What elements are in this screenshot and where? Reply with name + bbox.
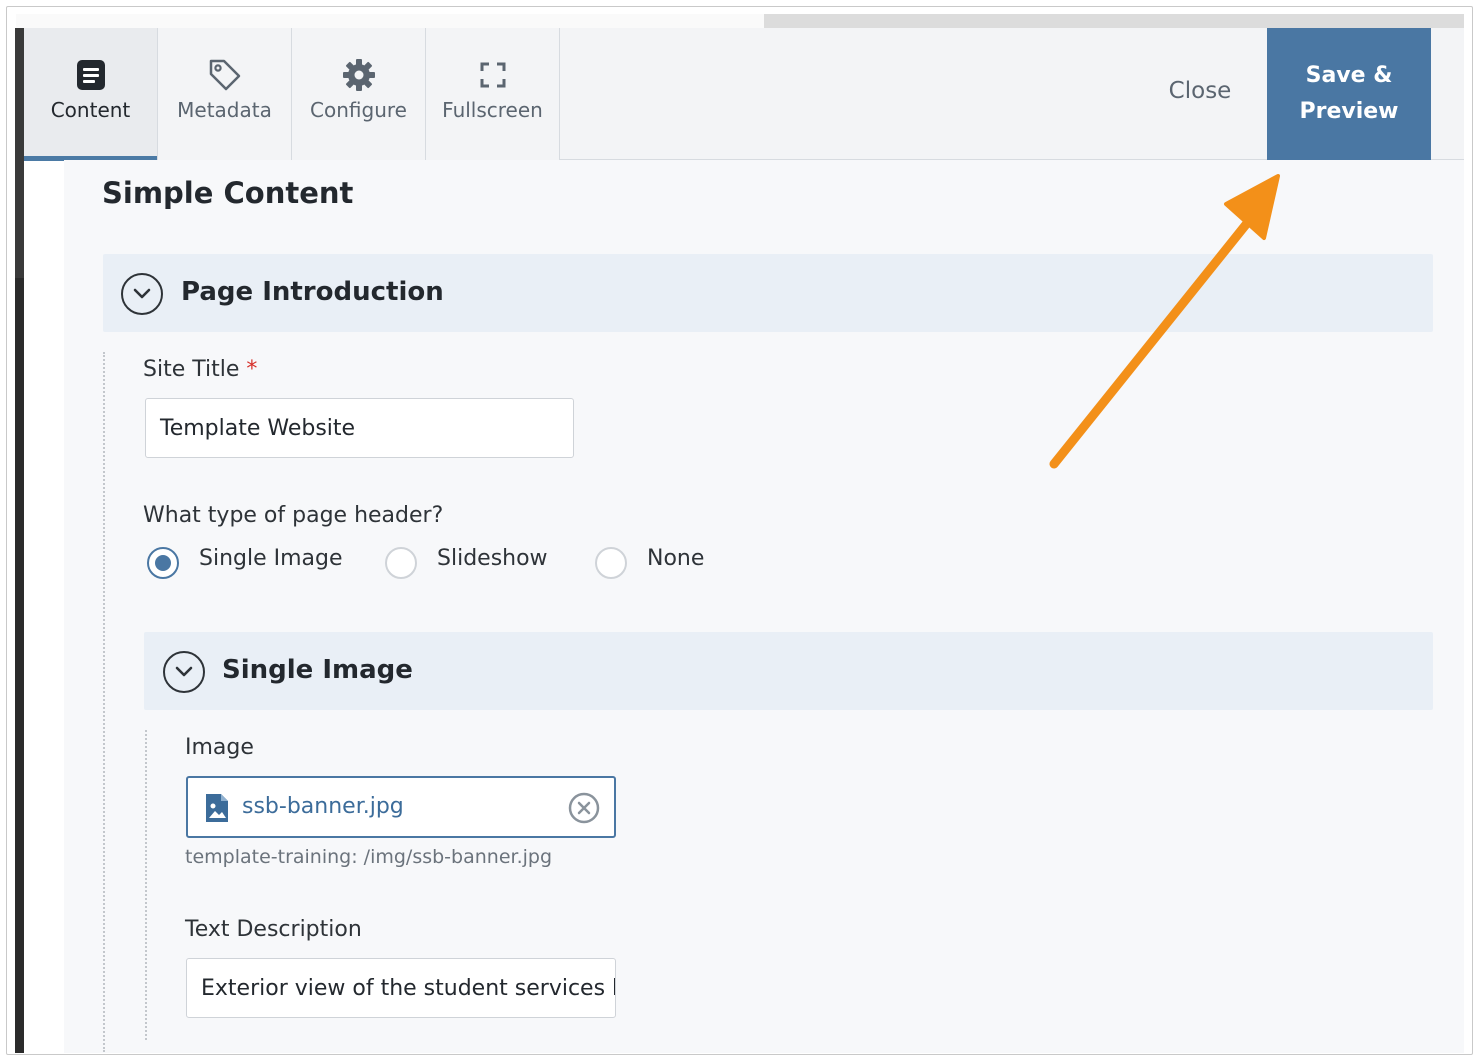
close-button[interactable]: Close: [1160, 78, 1240, 114]
document-icon: [74, 58, 108, 92]
fullscreen-icon: [476, 58, 510, 92]
screenshot-frame: Content Metadata Configure Fullscreen Cl…: [0, 0, 1479, 1057]
single-image-title: Single Image: [222, 655, 413, 685]
save-and-preview-button[interactable]: Save & Preview: [1267, 28, 1431, 160]
collapse-single-image-button[interactable]: [163, 651, 205, 693]
radio-label-single-image[interactable]: Single Image: [199, 546, 343, 571]
tab-metadata[interactable]: Metadata: [158, 28, 292, 160]
tab-label: Content: [50, 98, 131, 122]
tab-label: Metadata: [177, 98, 272, 122]
site-title-label: Site Title *: [143, 357, 257, 382]
subsection-guide-line: [145, 730, 147, 1040]
editor-toolbar: Content Metadata Configure Fullscreen Cl…: [24, 28, 1464, 161]
image-file-icon: [204, 792, 230, 828]
save-button-line1: Save &: [1305, 63, 1393, 88]
chevron-down-icon: [175, 666, 193, 677]
radio-label-none[interactable]: None: [647, 546, 704, 571]
text-description-label: Text Description: [185, 917, 362, 942]
left-edge-bar-top: [15, 28, 24, 278]
image-file-field[interactable]: ssb-banner.jpg: [186, 776, 616, 838]
section-guide-line: [103, 352, 105, 1052]
top-strip: [16, 14, 764, 28]
site-title-label-text: Site Title: [143, 357, 240, 382]
top-strip-scrollbar: [764, 14, 1464, 28]
tag-icon: [208, 58, 242, 92]
page-title: Simple Content: [102, 176, 354, 210]
radio-none[interactable]: [595, 547, 627, 579]
image-file-path: template-training: /img/ssb-banner.jpg: [185, 846, 553, 868]
collapse-page-introduction-button[interactable]: [121, 273, 163, 315]
tab-label: Configure: [310, 98, 407, 122]
header-type-label: What type of page header?: [143, 503, 444, 528]
site-title-value: Template Website: [160, 415, 356, 441]
image-label: Image: [185, 735, 254, 760]
gear-icon: [342, 58, 376, 92]
radio-label-slideshow[interactable]: Slideshow: [437, 546, 548, 571]
text-description-input[interactable]: Exterior view of the student services b: [186, 958, 616, 1018]
tab-content[interactable]: Content: [24, 28, 158, 161]
radio-single-image[interactable]: [147, 547, 179, 579]
text-description-value: Exterior view of the student services b: [201, 975, 616, 1001]
required-indicator: *: [246, 357, 258, 382]
image-file-name-link[interactable]: ssb-banner.jpg: [242, 794, 404, 819]
site-title-input[interactable]: Template Website: [145, 398, 574, 458]
annotation-arrow-icon: [1049, 174, 1280, 469]
page-introduction-title: Page Introduction: [181, 277, 444, 307]
clear-icon[interactable]: [568, 792, 600, 828]
chevron-down-icon: [133, 288, 151, 299]
radio-slideshow[interactable]: [385, 547, 417, 579]
tab-fullscreen[interactable]: Fullscreen: [426, 28, 560, 160]
save-button-line2: Preview: [1299, 99, 1399, 124]
tab-label: Fullscreen: [442, 98, 543, 122]
tab-configure[interactable]: Configure: [292, 28, 426, 160]
